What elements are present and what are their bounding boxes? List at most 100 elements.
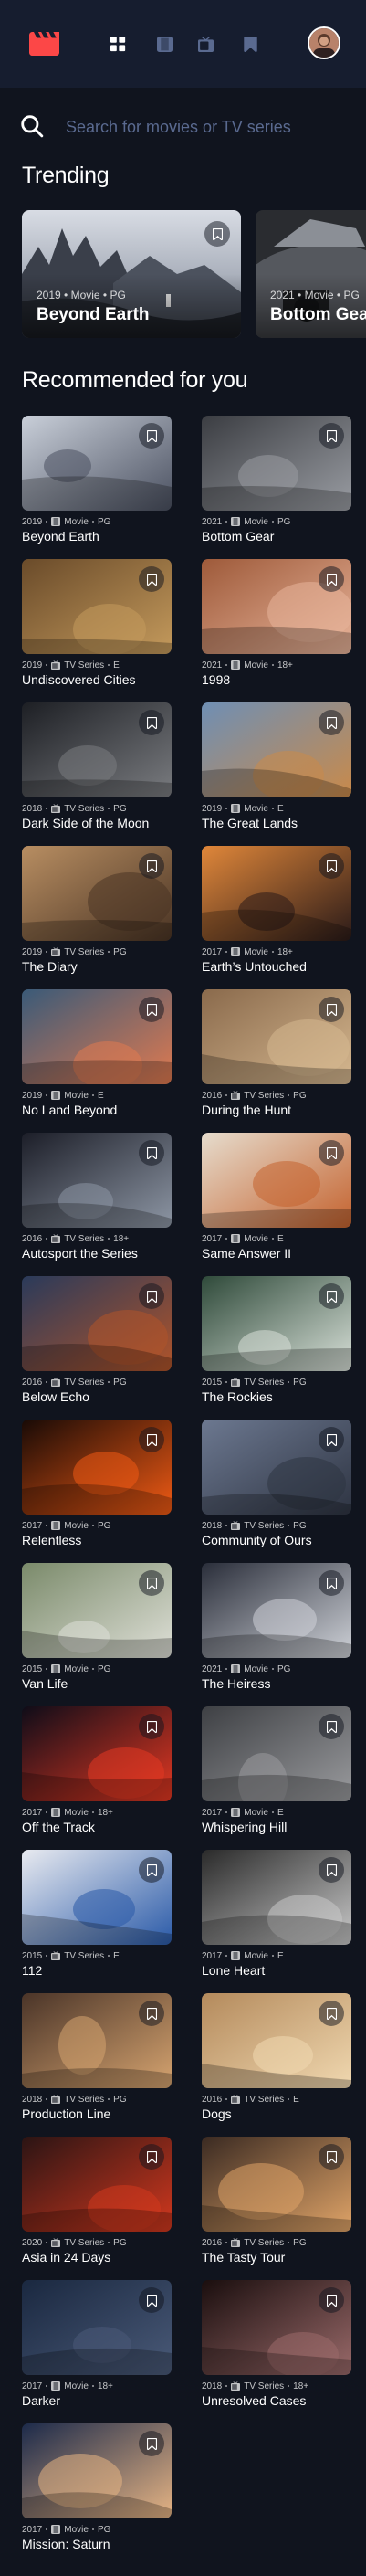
thumbnail[interactable] bbox=[22, 1420, 172, 1515]
bookmark-button[interactable] bbox=[139, 1283, 164, 1309]
thumbnail[interactable] bbox=[202, 2280, 351, 2375]
bookmark-button[interactable] bbox=[139, 566, 164, 592]
media-card[interactable]: 2018 TV Series 18+ Unresolved Cases bbox=[202, 2280, 351, 2413]
thumbnail[interactable] bbox=[202, 2137, 351, 2232]
bookmark-button[interactable] bbox=[139, 2287, 164, 2313]
card-title[interactable]: 1998 bbox=[202, 672, 230, 687]
media-card[interactable]: 2018 TV Series PG Community of Ours bbox=[202, 1420, 351, 1553]
media-card[interactable]: 2017 Movie 18+ Earth’s Untouched bbox=[202, 846, 351, 979]
card-title[interactable]: Community of Ours bbox=[202, 1533, 312, 1547]
card-title[interactable]: The Diary bbox=[22, 959, 78, 974]
bookmark-button[interactable] bbox=[139, 1427, 164, 1452]
bookmark-button[interactable] bbox=[319, 1570, 344, 1596]
thumbnail[interactable] bbox=[202, 1133, 351, 1228]
media-card[interactable]: 2017 Movie E Lone Heart bbox=[202, 1850, 351, 1983]
bookmark-button[interactable] bbox=[139, 997, 164, 1022]
thumbnail[interactable] bbox=[202, 846, 351, 941]
card-title[interactable]: The Rockies bbox=[202, 1389, 273, 1404]
media-card[interactable]: 2016 TV Series E Dogs bbox=[202, 1993, 351, 2127]
card-title[interactable]: Undiscovered Cities bbox=[22, 672, 136, 687]
thumbnail[interactable] bbox=[22, 989, 172, 1084]
bookmark-button[interactable] bbox=[319, 1857, 344, 1883]
media-card[interactable]: 2021 Movie 18+ 1998 bbox=[202, 559, 351, 692]
card-title[interactable]: Unresolved Cases bbox=[202, 2393, 306, 2408]
grid-icon[interactable] bbox=[110, 37, 126, 52]
bookmark-button[interactable] bbox=[139, 710, 164, 735]
card-title[interactable]: Mission: Saturn bbox=[22, 2537, 110, 2551]
media-card[interactable]: 2016 TV Series PG During the Hunt bbox=[202, 989, 351, 1123]
thumbnail[interactable] bbox=[202, 559, 351, 654]
card-title[interactable]: During the Hunt bbox=[202, 1103, 291, 1117]
card-title[interactable]: Asia in 24 Days bbox=[22, 2250, 110, 2265]
card-title[interactable]: Lone Heart bbox=[202, 1963, 265, 1978]
thumbnail[interactable] bbox=[22, 2137, 172, 2232]
search-input[interactable] bbox=[66, 113, 349, 141]
bookmark-button[interactable] bbox=[319, 2144, 344, 2170]
card-title[interactable]: Bottom Gear bbox=[202, 529, 274, 544]
card-title[interactable]: The Heiress bbox=[202, 1676, 270, 1691]
bookmark-button[interactable] bbox=[319, 423, 344, 449]
thumbnail[interactable] bbox=[202, 416, 351, 511]
film-logo-icon[interactable] bbox=[29, 32, 59, 56]
bookmark-button[interactable] bbox=[139, 423, 164, 449]
card-title[interactable]: 112 bbox=[22, 1963, 42, 1978]
trending-card[interactable]: 2019 • Movie • PG Beyond Earth bbox=[22, 210, 241, 338]
thumbnail[interactable] bbox=[22, 416, 172, 511]
thumbnail[interactable] bbox=[22, 2280, 172, 2375]
card-title[interactable]: The Tasty Tour bbox=[202, 2250, 285, 2265]
card-title[interactable]: No Land Beyond bbox=[22, 1103, 117, 1117]
media-card[interactable]: 2015 TV Series PG The Rockies bbox=[202, 1276, 351, 1409]
card-title[interactable]: Van Life bbox=[22, 1676, 68, 1691]
thumbnail[interactable] bbox=[22, 1993, 172, 2088]
media-card[interactable]: 2018 TV Series PG Production Line bbox=[22, 1993, 172, 2127]
thumbnail[interactable] bbox=[202, 1276, 351, 1371]
bookmark-button[interactable] bbox=[319, 1427, 344, 1452]
card-title[interactable]: Darker bbox=[22, 2393, 60, 2408]
media-card[interactable]: 2015 TV Series E 112 bbox=[22, 1850, 172, 1983]
bookmark-button[interactable] bbox=[204, 221, 230, 247]
bookmark-button[interactable] bbox=[319, 853, 344, 879]
thumbnail[interactable] bbox=[22, 1276, 172, 1371]
media-card[interactable]: 2019 TV Series E Undiscovered Cities bbox=[22, 559, 172, 692]
media-card[interactable]: 2016 TV Series PG Below Echo bbox=[22, 1276, 172, 1409]
thumbnail[interactable] bbox=[22, 1133, 172, 1228]
bookmark-button[interactable] bbox=[139, 1140, 164, 1166]
media-card[interactable]: 2019 Movie E The Great Lands bbox=[202, 702, 351, 836]
thumbnail[interactable] bbox=[22, 702, 172, 797]
avatar[interactable] bbox=[308, 26, 340, 59]
thumbnail[interactable] bbox=[202, 1563, 351, 1658]
card-title[interactable]: Dogs bbox=[202, 2106, 232, 2121]
card-title[interactable]: Earth’s Untouched bbox=[202, 959, 307, 974]
thumbnail[interactable] bbox=[22, 1563, 172, 1658]
card-title[interactable]: The Great Lands bbox=[202, 816, 298, 830]
media-card[interactable]: 2018 TV Series PG Dark Side of the Moon bbox=[22, 702, 172, 836]
card-title[interactable]: Beyond Earth bbox=[22, 529, 99, 544]
card-title[interactable]: Off the Track bbox=[22, 1820, 95, 1834]
bookmark-button[interactable] bbox=[319, 2001, 344, 2026]
bookmark-button[interactable] bbox=[319, 1283, 344, 1309]
media-card[interactable]: 2017 Movie 18+ Darker bbox=[22, 2280, 172, 2413]
card-title[interactable]: Production Line bbox=[22, 2106, 110, 2121]
bookmark-button[interactable] bbox=[319, 2287, 344, 2313]
bookmark-button[interactable] bbox=[319, 997, 344, 1022]
trending-card[interactable]: 2021 • Movie • PG Bottom Gear bbox=[256, 210, 366, 338]
card-title[interactable]: Autosport the Series bbox=[22, 1246, 138, 1261]
bookmark-button[interactable] bbox=[139, 2431, 164, 2456]
card-title[interactable]: Same Answer II bbox=[202, 1246, 291, 1261]
media-card[interactable]: 2021 Movie PG Bottom Gear bbox=[202, 416, 351, 549]
film-icon[interactable] bbox=[157, 37, 173, 52]
card-title[interactable]: Below Echo bbox=[22, 1389, 89, 1404]
media-card[interactable]: 2017 Movie PG Mission: Saturn bbox=[22, 2423, 172, 2557]
bookmark-button[interactable] bbox=[319, 710, 344, 735]
bookmark-icon[interactable] bbox=[243, 37, 258, 52]
thumbnail[interactable] bbox=[202, 1993, 351, 2088]
thumbnail[interactable] bbox=[202, 989, 351, 1084]
thumbnail[interactable] bbox=[22, 1706, 172, 1801]
media-card[interactable]: 2017 Movie 18+ Off the Track bbox=[22, 1706, 172, 1840]
thumbnail[interactable] bbox=[22, 559, 172, 654]
media-card[interactable]: 2017 Movie E Whispering Hill bbox=[202, 1706, 351, 1840]
media-card[interactable]: 2019 TV Series PG The Diary bbox=[22, 846, 172, 979]
media-card[interactable]: 2015 Movie PG Van Life bbox=[22, 1563, 172, 1696]
media-card[interactable]: 2020 TV Series PG Asia in 24 Days bbox=[22, 2137, 172, 2270]
bookmark-button[interactable] bbox=[319, 566, 344, 592]
